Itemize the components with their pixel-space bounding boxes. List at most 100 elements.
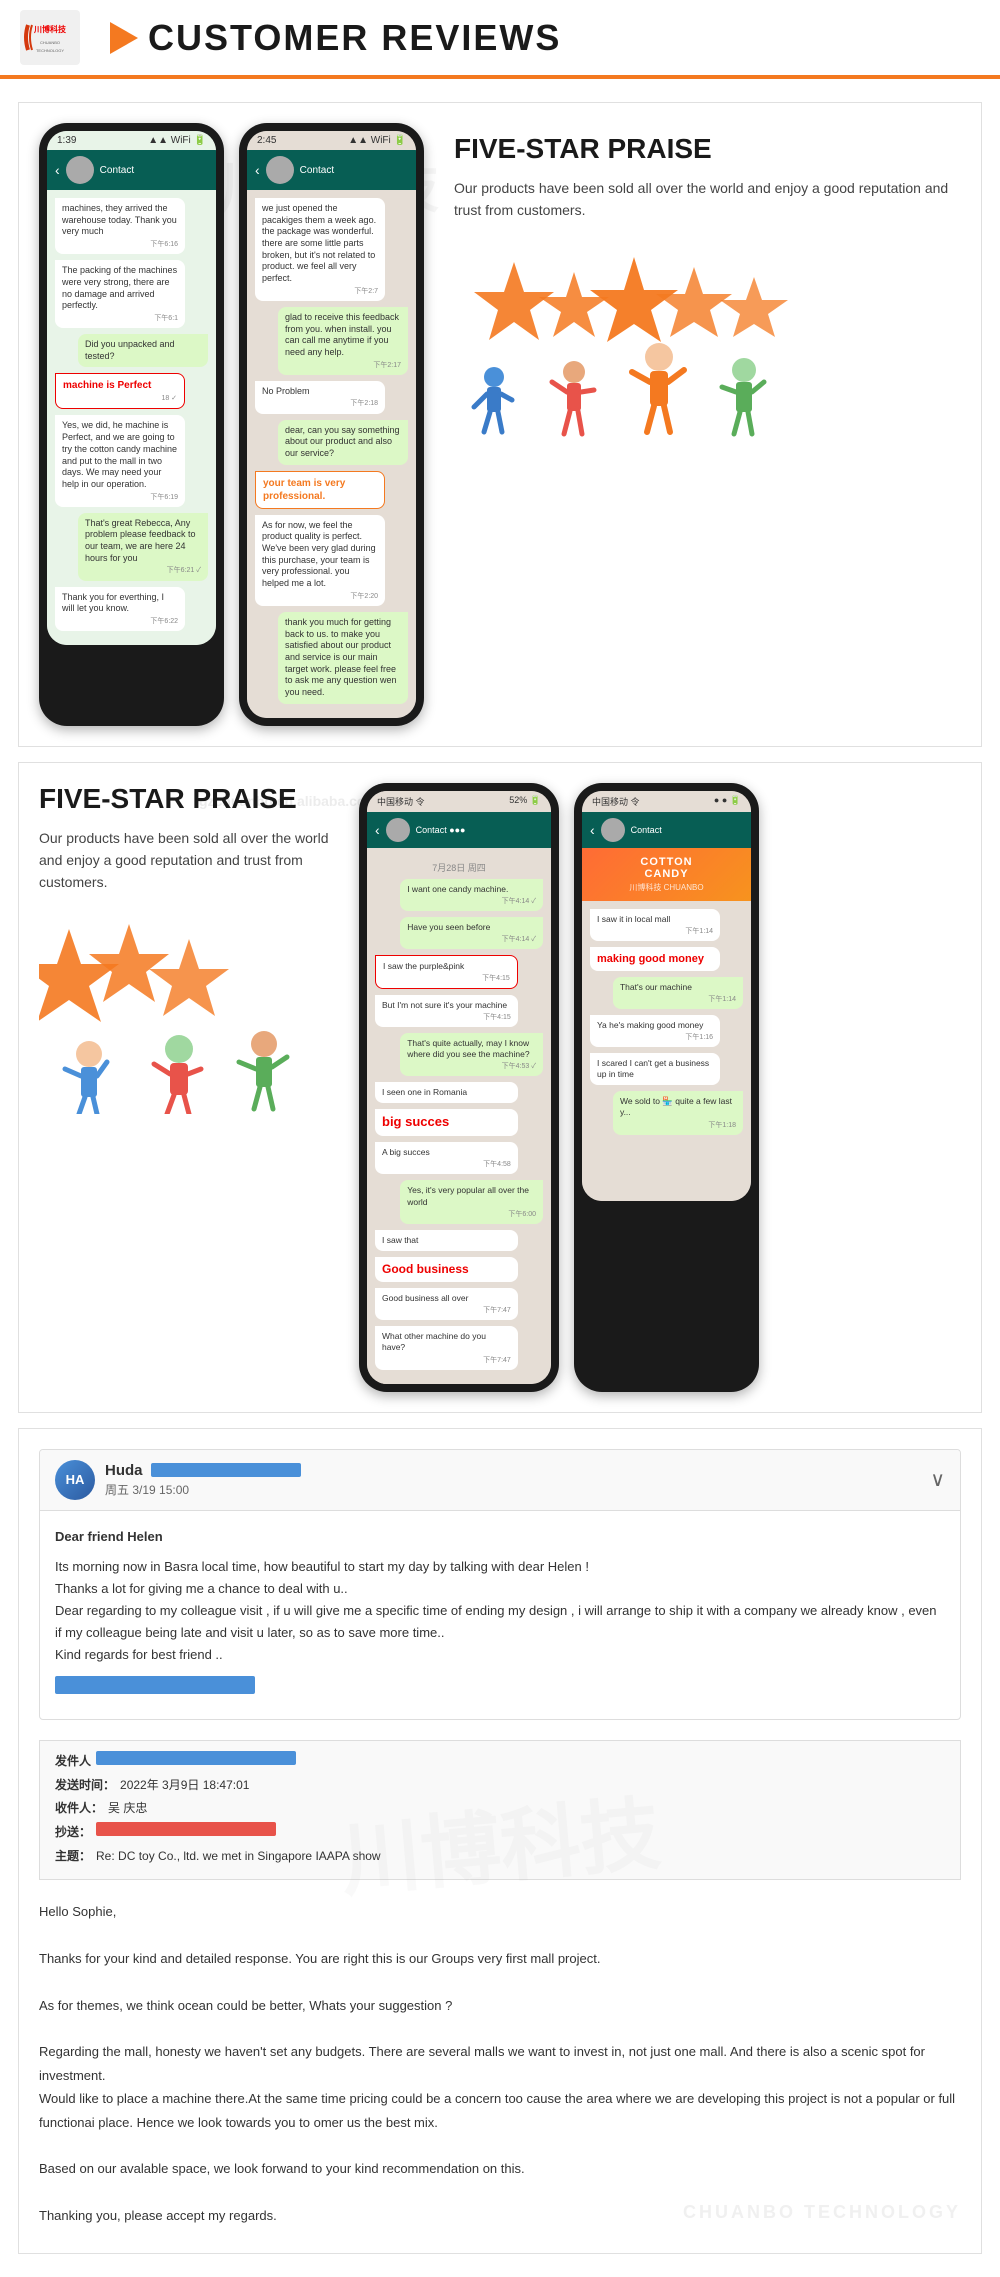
back-icon[interactable]: ‹ [55, 162, 60, 178]
msg-m3: That's our machine 下午1:14 [613, 977, 743, 1009]
back-icon-3[interactable]: ‹ [375, 822, 380, 838]
back-icon[interactable]: ‹ [255, 162, 260, 178]
msg-text: Did you unpacked and tested? [85, 339, 201, 362]
msg-time: 下午2:20 [262, 592, 378, 601]
msg-s10: Good business all over 下午7:47 [375, 1288, 518, 1320]
company-logo: 川博科技 CHUANBO TECHNOLOGY [20, 10, 80, 65]
msg-text: Have you seen before [407, 922, 536, 933]
email2-greeting: Hello Sophie, [39, 1900, 961, 1923]
email-line-3: Dear regarding to my colleague visit , i… [55, 1600, 945, 1644]
msg-text: we just opened the pacakiges them a week… [262, 203, 378, 285]
play-icon [110, 22, 138, 54]
msg-s6: I seen one in Romania [375, 1082, 518, 1103]
meta-sender-label: 发件人 [55, 1751, 91, 1773]
meta-sender-row: 发件人 [55, 1751, 945, 1773]
msg-time: 下午4:58 [382, 1160, 511, 1169]
msg-p2-6: As for now, we feel the product quality … [255, 515, 385, 606]
section-3: 川博科技 CHUANBO TECHNOLOGY HA Huda 周五 3/19 … [18, 1428, 982, 2254]
msg-text: The packing of the machines were very st… [62, 265, 178, 312]
email2-line4: Would like to place a machine there.At t… [39, 2087, 961, 2134]
phone-mockup-4: 中国移动 令 ● ● 🔋 ‹ Contact COTTON CANDY 川博科技… [574, 783, 759, 1392]
section-2: gzchuanbo.en.alibaba.com FIVE-STAR PRAIS… [18, 762, 982, 1413]
msg-p2-7: thank you much for getting back to us. t… [278, 612, 408, 704]
msg-p2-5: your team is very professional. [255, 471, 385, 509]
msg-time: 下午2:7 [262, 287, 378, 296]
back-icon-4[interactable]: ‹ [590, 822, 595, 838]
section1-content: 1:39 ▲▲ WiFi 🔋 ‹ Contact machines, they … [39, 123, 961, 726]
msg-time: 下午1:14 [620, 995, 736, 1004]
msg-text: A big succes [382, 1147, 511, 1158]
contact-name: Contact [100, 165, 134, 176]
stars-illustration-1 [454, 242, 951, 442]
msg-time: 下午6:16 [62, 240, 178, 249]
msg-time: 下午2:18 [262, 399, 378, 408]
msg-time: 下午1:16 [597, 1033, 713, 1042]
msg-s4: But I'm not sure it's your machine 下午4:1… [375, 995, 518, 1027]
email-body-1: Dear friend Helen Its morning now in Bas… [40, 1511, 960, 1720]
status-bar-1: 1:39 ▲▲ WiFi 🔋 [47, 131, 216, 150]
date-divider: 7月28日 周四 [375, 861, 543, 874]
good-business: Good business [382, 1262, 511, 1278]
section2-content: FIVE-STAR PRAISE Our products have been … [39, 783, 961, 1392]
msg-m4: Ya he's making good money 下午1:16 [590, 1015, 720, 1047]
msg-2: The packing of the machines were very st… [55, 260, 185, 328]
meta-receiver-value: 吴 庆忠 [108, 1798, 147, 1820]
msg-text: Thank you for everthing, I will let you … [62, 592, 178, 615]
email2-line3: Regarding the mall, honesty we haven't s… [39, 2040, 961, 2087]
msg-text: machines, they arrived the warehouse tod… [62, 203, 178, 238]
phone-screen-2: 2:45 ▲▲ WiFi 🔋 ‹ Contact we just opened … [247, 131, 416, 718]
avatar-ha: HA [55, 1460, 95, 1500]
svg-text:川博科技: 川博科技 [33, 24, 67, 34]
msg-time: 下午1:18 [620, 1121, 736, 1130]
contact-name-2: Contact [300, 165, 334, 176]
msg-text: As for now, we feel the product quality … [262, 520, 378, 590]
msg-text: We sold to 🏪 quite a few last y... [620, 1096, 736, 1118]
page-title: CUSTOMER REVIEWS [148, 17, 561, 59]
msg-s7: A big succes 下午4:58 [375, 1142, 518, 1174]
msg-highlight: machine is Perfect [63, 379, 177, 392]
carrier-4: 中国移动 令 [592, 795, 640, 808]
msg-time: 下午4:15 [383, 974, 510, 983]
msg-text: dear, can you say something about our pr… [285, 425, 401, 460]
msg-s2: Have you seen before 下午4:14 ✓ [400, 917, 543, 949]
praise-text-1: Our products have been sold all over the… [454, 177, 951, 222]
msg-6: That's great Rebecca, Any problem please… [78, 513, 208, 581]
status-bar-2: 2:45 ▲▲ WiFi 🔋 [247, 131, 416, 150]
msg-s7-highlight: big succes [375, 1109, 518, 1136]
section-1: 川博科技 1:39 ▲▲ WiFi 🔋 ‹ Contact [18, 102, 982, 747]
phone-screen-1: 1:39 ▲▲ WiFi 🔋 ‹ Contact machines, they … [47, 131, 216, 645]
svg-text:TECHNOLOGY: TECHNOLOGY [36, 48, 64, 53]
cotton-candy-header: COTTON CANDY 川博科技 CHUANBO [582, 848, 751, 901]
cotton-candy-title: COTTON [590, 856, 743, 868]
big-succes: big succes [382, 1114, 511, 1131]
chat-messages-1: machines, they arrived the warehouse tod… [47, 190, 216, 645]
meta-time-label: 发送时间： [55, 1775, 115, 1797]
msg-text: thank you much for getting back to us. t… [285, 617, 401, 699]
email-header-1: HA Huda 周五 3/19 15:00 ∨ [40, 1450, 960, 1511]
msg-time: 下午1:14 [597, 927, 713, 936]
msg-s1: I want one candy machine. 下午4:14 ✓ [400, 879, 543, 911]
expand-icon[interactable]: ∨ [930, 1467, 945, 1492]
msg-time: 下午4:15 [382, 1013, 511, 1022]
chat-header-3: ‹ Contact ●●● [367, 812, 551, 848]
phone-mockup-3: 中国移动 令 52% 🔋 ‹ Contact ●●● 7月28日 周四 I wa… [359, 783, 559, 1392]
phones-row-1: 1:39 ▲▲ WiFi 🔋 ‹ Contact machines, they … [39, 123, 424, 726]
signal-icons: ▲▲ WiFi 🔋 [348, 135, 406, 146]
msg-s3: I saw the purple&pink 下午4:15 [375, 955, 518, 989]
email-date: 周五 3/19 15:00 [105, 1481, 930, 1498]
time-display: 2:45 [257, 135, 276, 146]
meta-sender-bar [96, 1751, 296, 1765]
svg-text:CHUANBO: CHUANBO [40, 40, 60, 45]
email-line-2: Thanks a lot for giving me a chance to d… [55, 1578, 945, 1600]
msg-s8: Yes, it's very popular all over the worl… [400, 1180, 543, 1223]
meta-time-row: 发送时间： 2022年 3月9日 18:47:01 [55, 1775, 945, 1797]
contact-name-3: Contact ●●● [416, 825, 466, 835]
email-image-placeholder [55, 1676, 255, 1694]
meta-subject-label: 主题： [55, 1846, 91, 1868]
msg-time: 下午7:47 [382, 1306, 511, 1315]
msg-text: Good business all over [382, 1293, 511, 1304]
msg-time: 下午4:53 ✓ [407, 1062, 536, 1071]
email2-line5: Based on our avalable space, we look for… [39, 2157, 961, 2180]
email-subject: Dear friend Helen [55, 1526, 945, 1548]
chat-messages-2: we just opened the pacakiges them a week… [247, 190, 416, 718]
